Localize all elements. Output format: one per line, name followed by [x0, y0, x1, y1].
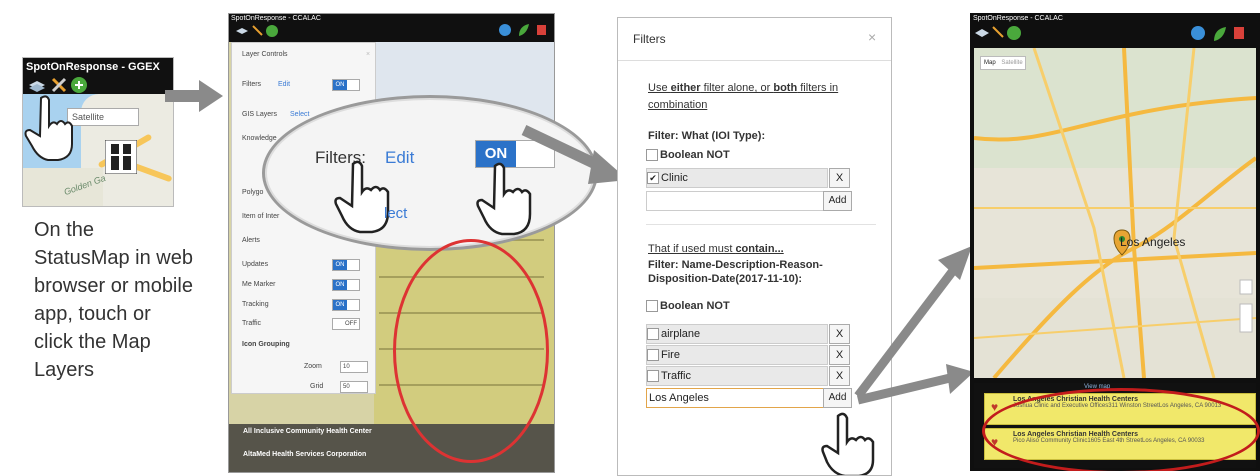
traffic-label: Traffic [242, 320, 262, 327]
map-type-toggle[interactable]: Map Satellite [980, 56, 1026, 70]
header-icons [236, 25, 278, 37]
boolean-not-2[interactable]: Boolean NOT [646, 300, 730, 313]
checkbox-checked[interactable]: ✔ [647, 172, 659, 185]
filter-term-item: airplane [646, 324, 828, 344]
remove-button[interactable]: X [829, 324, 850, 344]
tools-icon[interactable] [51, 77, 67, 93]
filters-intro: Use either filter alone, or both filters… [648, 82, 839, 111]
gis-select-link[interactable]: Select [290, 111, 309, 118]
instruction-caption: On the StatusMap in web browser or mobil… [34, 219, 193, 381]
contain-note: That if used must contain... [648, 243, 784, 255]
pointer-hand-icon [821, 412, 875, 475]
dialog-title: Layer Controls [242, 51, 288, 58]
dialog-title: Filters [633, 32, 666, 46]
checkbox[interactable] [646, 149, 658, 162]
gis-layers-label: GIS Layers [242, 111, 278, 118]
map-type-satellite[interactable]: Satellite [997, 60, 1022, 66]
zoom-label: Zoom [304, 363, 322, 370]
header-icons-right [1191, 26, 1244, 41]
streetview-icon [105, 140, 137, 174]
knowledge-label: Knowledge [242, 135, 277, 142]
checkbox[interactable] [647, 370, 659, 383]
header-icons-right [499, 24, 546, 36]
layers-icon[interactable] [975, 29, 989, 37]
grid-input[interactable]: 50 [340, 381, 368, 393]
app-title: SpotOnResponse - CCALAC [973, 15, 1063, 22]
arrow-right-icon [165, 80, 223, 112]
item-of-interest-label: Item of Inter [242, 213, 280, 220]
add-icon[interactable] [266, 25, 278, 37]
tracking-toggle[interactable]: ON [332, 299, 360, 311]
hazard-icon[interactable] [1234, 27, 1244, 39]
remove-button[interactable]: X [829, 345, 850, 365]
leaf-icon[interactable] [1214, 27, 1226, 41]
filter-what-input[interactable] [646, 191, 825, 211]
grid-label: Grid [310, 383, 324, 390]
arrow-right-icon [854, 246, 974, 405]
me-marker-label: Me Marker [242, 281, 276, 288]
app-title: SpotOnResponse - CCALAC [231, 15, 321, 22]
tracking-label: Tracking [242, 301, 269, 308]
filter-what-item: ✔ Clinic [646, 168, 828, 188]
remove-button[interactable]: X [829, 366, 850, 386]
list-item-title[interactable]: All Inclusive Community Health Center [243, 428, 372, 435]
map-roads [974, 48, 1256, 378]
close-icon[interactable]: × [868, 29, 876, 45]
hazard-icon[interactable] [537, 25, 546, 35]
me-marker-toggle[interactable]: ON [332, 279, 360, 291]
pointer-hand-icon [334, 160, 390, 234]
checkbox[interactable] [647, 349, 659, 362]
list-item-title[interactable]: AltaMed Health Services Corporation [243, 451, 366, 458]
filter-what-label: Filter: What (IOI Type): [648, 130, 766, 142]
panel-4-filtered-statusmap: SpotOnResponse - CCALAC Map Satellite Lo… [970, 13, 1260, 471]
map-type-satellite-button[interactable]: Satellite [67, 108, 139, 126]
updates-label: Updates [242, 261, 269, 268]
map-zoom-controls [1239, 279, 1253, 333]
filters-edit-link[interactable]: Edit [278, 81, 290, 88]
map-city-label: Los Angeles [1120, 235, 1186, 249]
map-type-map[interactable]: Map [981, 60, 996, 66]
leaf-icon[interactable] [519, 24, 529, 36]
layers-icon[interactable] [236, 28, 248, 34]
select-link-fragment: lect [384, 205, 408, 222]
app-title: SpotOnResponse - GGEX [26, 61, 160, 73]
checkbox[interactable] [646, 300, 658, 313]
globe-icon[interactable] [1191, 26, 1205, 40]
divider [646, 224, 876, 225]
pointer-hand-icon [24, 95, 73, 161]
close-icon[interactable]: × [366, 51, 370, 58]
filters-label: Filters [242, 81, 262, 88]
boolean-not-1[interactable]: Boolean NOT [646, 149, 730, 162]
icon-grouping-label: Icon Grouping [242, 341, 290, 348]
add-button[interactable]: Add [823, 388, 852, 408]
filters-toggle[interactable]: ON [332, 79, 360, 91]
globe-icon[interactable] [499, 24, 511, 36]
filter-term-item: Fire [646, 345, 828, 365]
add-icon[interactable] [1007, 26, 1021, 40]
tools-icon[interactable] [992, 26, 1004, 38]
highlight-red-oval [393, 239, 549, 463]
panel-1-mobile-screenshot: SpotOnResponse - GGEX Satellite Golden G… [22, 57, 174, 207]
add-button[interactable]: Add [823, 191, 852, 211]
checkbox[interactable] [647, 328, 659, 341]
tools-icon[interactable] [252, 25, 263, 36]
updates-toggle[interactable]: ON [332, 259, 360, 271]
add-icon[interactable] [71, 77, 87, 93]
zoom-input[interactable]: 10 [340, 361, 368, 373]
highlight-red-oval [982, 388, 1260, 471]
layers-icon[interactable] [29, 81, 45, 92]
panel-3-filters-dialog: Filters × Use either filter alone, or bo… [617, 17, 892, 476]
filter-term-input[interactable]: Los Angeles [646, 388, 825, 408]
map-view[interactable]: Map Satellite [974, 48, 1256, 378]
arrow-right-icon [521, 125, 628, 184]
header-icons [975, 26, 1021, 40]
header-icons [29, 77, 87, 93]
filter-name-label: Filter: Name-Description-Reason-Disposit… [648, 259, 823, 285]
alerts-label: Alerts [242, 237, 260, 244]
remove-button[interactable]: X [829, 168, 850, 188]
filter-term-item: Traffic [646, 366, 828, 386]
traffic-toggle[interactable]: OFF [332, 318, 360, 330]
polygon-label: Polygo [242, 189, 264, 196]
